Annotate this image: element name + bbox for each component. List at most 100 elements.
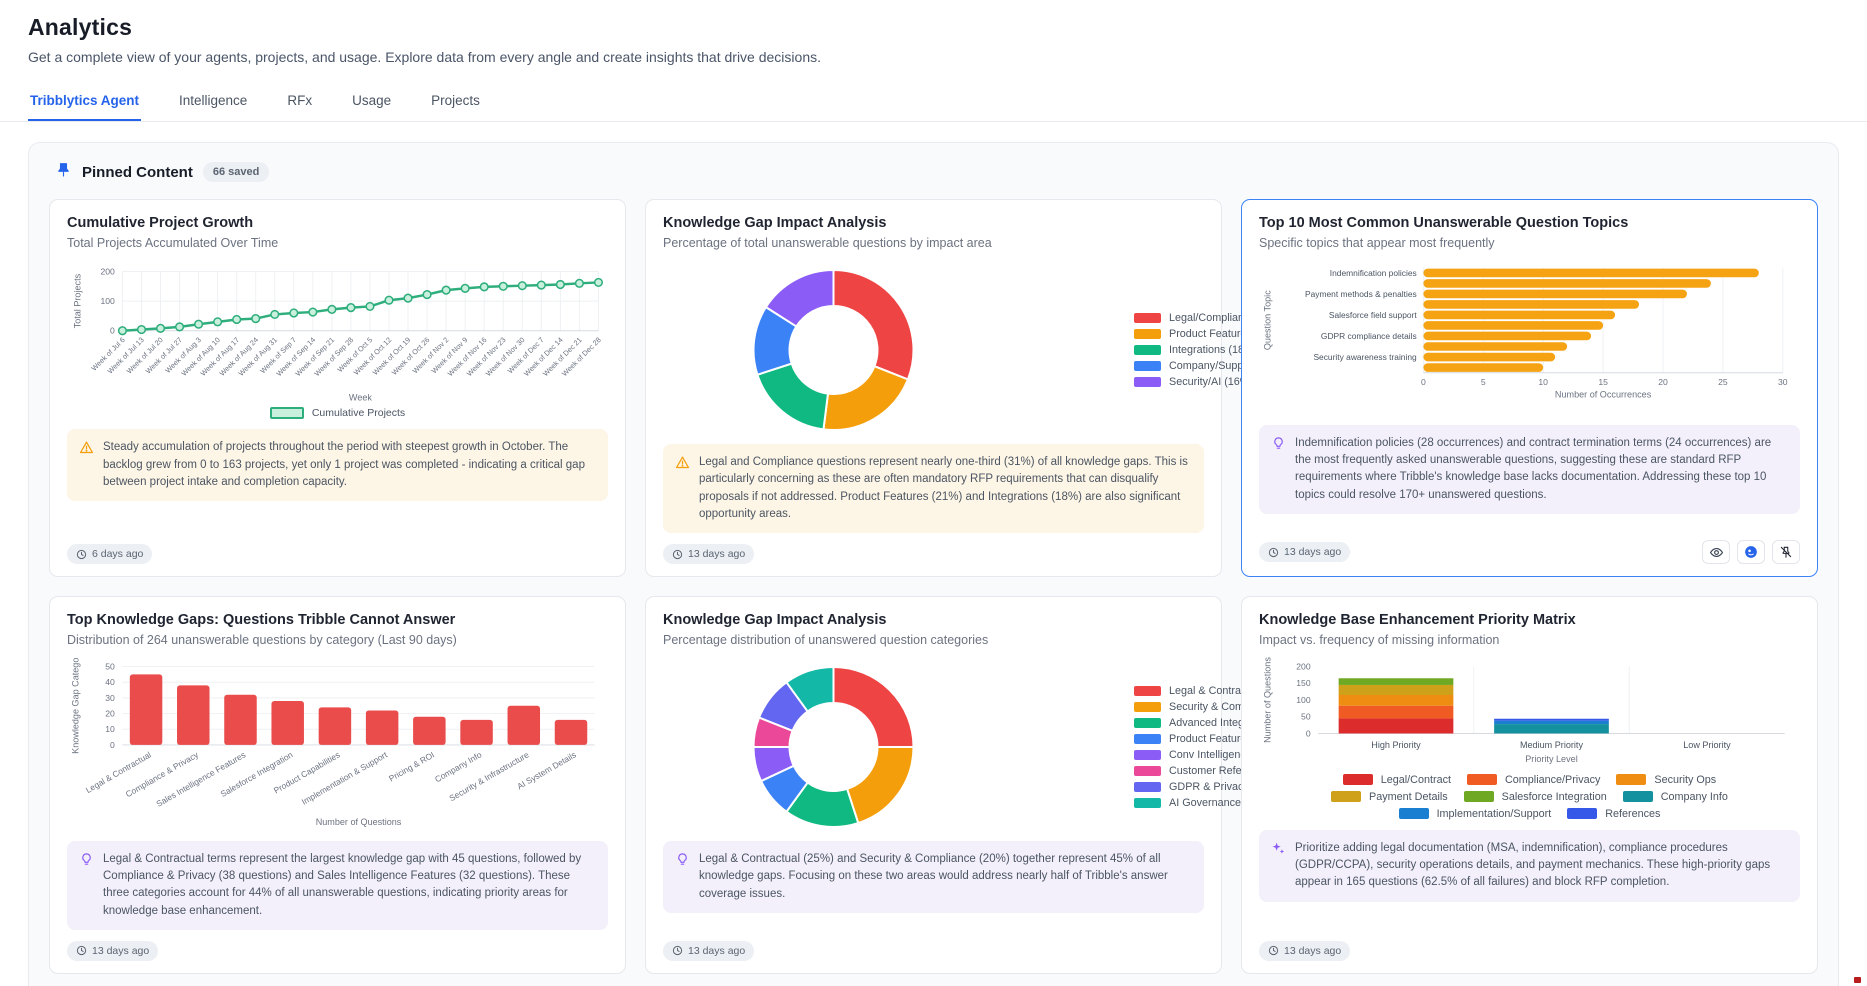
clock-icon: [1268, 945, 1279, 956]
svg-text:100: 100: [1296, 695, 1311, 705]
svg-text:30: 30: [1778, 377, 1788, 387]
svg-text:10: 10: [1538, 377, 1548, 387]
vbar-chart: 01020304050Legal & ContractualCompliance…: [67, 657, 608, 831]
pinned-content-panel: Pinned Content 66 saved Cumulative Proje…: [28, 142, 1839, 986]
card-subtitle: Distribution of 264 unanswerable questio…: [67, 633, 608, 647]
card-knowledge-gap-impact-1[interactable]: Knowledge Gap Impact Analysis Percentage…: [645, 199, 1222, 577]
page-header: Analytics Get a complete view of your ag…: [0, 0, 1867, 65]
svg-text:0: 0: [1306, 728, 1311, 738]
insight-text: Legal & Contractual terms represent the …: [103, 851, 596, 920]
timestamp-pill: 13 days ago: [1259, 542, 1350, 562]
lightbulb-icon: [79, 852, 94, 920]
page-subtitle: Get a complete view of your agents, proj…: [28, 49, 1839, 65]
lightbulb-icon: [1271, 436, 1286, 504]
svg-text:Number of Occurrences: Number of Occurrences: [1555, 390, 1652, 400]
tab-projects[interactable]: Projects: [429, 85, 482, 121]
card-top-unanswerable-topics[interactable]: Top 10 Most Common Unanswerable Question…: [1241, 199, 1818, 577]
legend-label: Cumulative Projects: [312, 407, 405, 419]
svg-text:0: 0: [1421, 377, 1426, 387]
unpin-button[interactable]: [1772, 540, 1800, 564]
svg-text:30: 30: [105, 693, 115, 703]
insight-text: Legal & Contractual (25%) and Security &…: [699, 851, 1192, 903]
svg-text:25: 25: [1718, 377, 1728, 387]
svg-text:Total Projects: Total Projects: [72, 273, 82, 328]
svg-text:Number of Questions: Number of Questions: [316, 817, 402, 827]
clock-icon: [672, 549, 683, 560]
card-top-knowledge-gaps[interactable]: Top Knowledge Gaps: Questions Tribble Ca…: [49, 596, 626, 974]
svg-text:Medium Priority: Medium Priority: [1520, 740, 1584, 750]
svg-text:10: 10: [105, 724, 115, 734]
svg-text:Question Topic: Question Topic: [1262, 290, 1272, 350]
tab-usage[interactable]: Usage: [350, 85, 393, 121]
clock-icon: [1268, 547, 1279, 558]
insight-box: Steady accumulation of projects througho…: [67, 429, 608, 501]
svg-text:150: 150: [1296, 678, 1311, 688]
svg-text:Security & Infrastructure: Security & Infrastructure: [447, 749, 530, 803]
cursor-artifact: [1854, 977, 1861, 983]
svg-text:Number of Questions: Number of Questions: [1262, 657, 1272, 743]
svg-text:Indemnification policies: Indemnification policies: [1330, 268, 1417, 278]
svg-text:200: 200: [100, 266, 115, 276]
hbar-chart: Indemnification policies Payment methods …: [1259, 260, 1800, 415]
card-title: Top Knowledge Gaps: Questions Tribble Ca…: [67, 612, 608, 628]
svg-text:50: 50: [105, 661, 115, 671]
card-cumulative-project-growth[interactable]: Cumulative Project Growth Total Projects…: [49, 199, 626, 577]
pinned-content-header: Pinned Content 66 saved: [49, 161, 1818, 183]
svg-text:5: 5: [1481, 377, 1486, 387]
page-title: Analytics: [28, 14, 1839, 41]
svg-text:Week: Week: [349, 393, 373, 403]
insight-box: Prioritize adding legal documentation (M…: [1259, 830, 1800, 902]
clock-icon: [672, 945, 683, 956]
timestamp-pill: 13 days ago: [663, 941, 754, 961]
ai-assistant-button[interactable]: [1737, 540, 1765, 564]
line-chart: 0100200Total ProjectsWeek of Jul 6Week o…: [67, 260, 608, 405]
insight-text: Steady accumulation of projects througho…: [103, 439, 596, 491]
donut-chart: Legal & ContractualSecurity & Compliance…: [663, 657, 1204, 831]
card-title: Top 10 Most Common Unanswerable Question…: [1259, 215, 1800, 231]
pin-icon: [55, 161, 72, 183]
tab-rfx[interactable]: RFx: [285, 85, 314, 121]
svg-text:0: 0: [110, 326, 115, 336]
saved-count-badge: 66 saved: [203, 162, 269, 182]
view-insight-button[interactable]: [1702, 540, 1730, 564]
card-knowledge-gap-impact-2[interactable]: Knowledge Gap Impact Analysis Percentage…: [645, 596, 1222, 974]
svg-text:Pricing & ROI: Pricing & ROI: [387, 749, 436, 783]
insight-text: Prioritize adding legal documentation (M…: [1295, 840, 1788, 892]
svg-text:Salesforce field support: Salesforce field support: [1329, 310, 1418, 320]
timestamp-pill: 13 days ago: [67, 941, 158, 961]
svg-text:20: 20: [1658, 377, 1668, 387]
card-title: Knowledge Gap Impact Analysis: [663, 612, 1204, 628]
card-title: Knowledge Base Enhancement Priority Matr…: [1259, 612, 1800, 628]
svg-text:Implementation & Support: Implementation & Support: [300, 749, 390, 807]
svg-text:Payment methods & penalties: Payment methods & penalties: [1305, 289, 1417, 299]
warning-icon: [675, 455, 690, 523]
card-title: Knowledge Gap Impact Analysis: [663, 215, 1204, 231]
card-subtitle: Percentage distribution of unanswered qu…: [663, 633, 1204, 647]
insight-box: Legal and Compliance questions represent…: [663, 444, 1204, 533]
lightbulb-icon: [675, 852, 690, 903]
svg-text:200: 200: [1296, 661, 1311, 671]
insight-box: Legal & Contractual (25%) and Security &…: [663, 841, 1204, 913]
svg-text:15: 15: [1598, 377, 1608, 387]
tab-bar: Tribblytics Agent Intelligence RFx Usage…: [0, 85, 1867, 122]
timestamp-pill: 13 days ago: [663, 544, 754, 564]
svg-text:Knowledge Gap Catego: Knowledge Gap Catego: [70, 658, 80, 754]
tab-intelligence[interactable]: Intelligence: [177, 85, 249, 121]
svg-text:Priority Level: Priority Level: [1525, 754, 1577, 764]
tab-tribblytics-agent[interactable]: Tribblytics Agent: [28, 85, 141, 121]
svg-text:Low Priority: Low Priority: [1683, 740, 1731, 750]
svg-text:Security awareness training: Security awareness training: [1313, 352, 1417, 362]
svg-text:High Priority: High Priority: [1371, 740, 1421, 750]
stacked-bar-chart: 0 50 100 150 200 High Priority Medium Priority…: [1259, 657, 1800, 820]
card-subtitle: Impact vs. frequency of missing informat…: [1259, 633, 1800, 647]
svg-text:0: 0: [110, 740, 115, 750]
card-priority-matrix[interactable]: Knowledge Base Enhancement Priority Matr…: [1241, 596, 1818, 974]
card-subtitle: Percentage of total unanswerable questio…: [663, 236, 1204, 250]
timestamp-pill: 6 days ago: [67, 544, 152, 564]
svg-text:50: 50: [1301, 712, 1311, 722]
donut-chart: Legal/Compliance (31%)Product Features (…: [663, 260, 1204, 434]
svg-text:Sales Intelligence Features: Sales Intelligence Features: [154, 749, 247, 808]
card-actions: [1702, 540, 1800, 564]
insight-box: Legal & Contractual terms represent the …: [67, 841, 608, 930]
pin-off-icon: [1779, 545, 1793, 559]
